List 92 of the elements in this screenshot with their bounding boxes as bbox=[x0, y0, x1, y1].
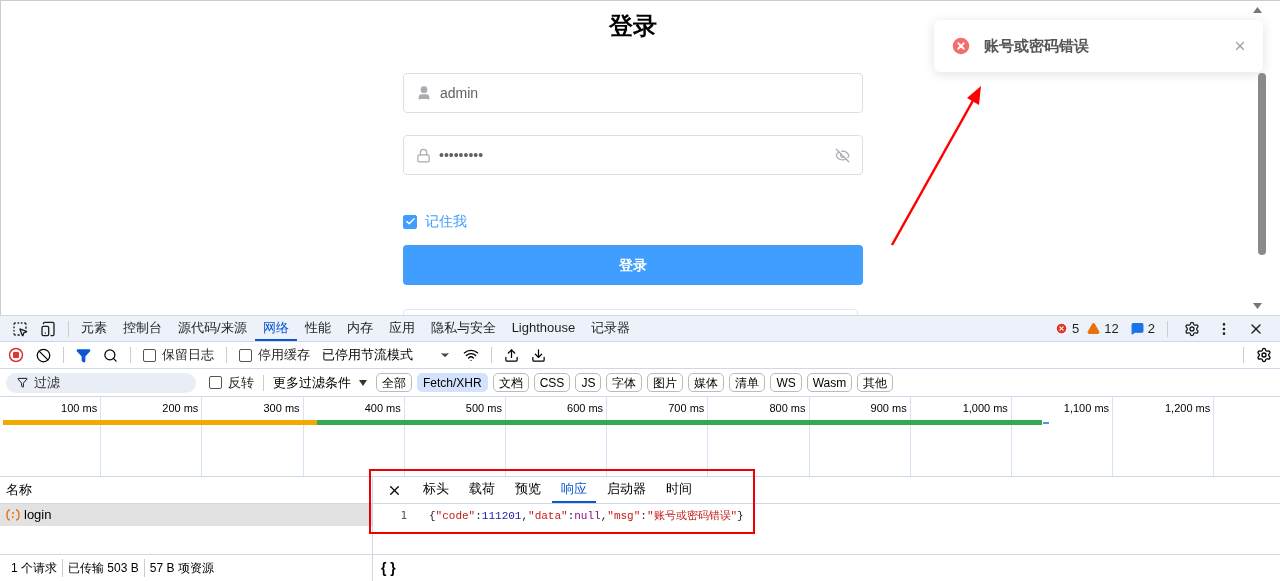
checkbox[interactable] bbox=[143, 348, 156, 362]
filter-icon[interactable] bbox=[76, 347, 91, 363]
time-tick: 1,200 ms bbox=[1165, 401, 1211, 414]
network-settings-icon[interactable] bbox=[1256, 347, 1272, 363]
status-text: 57 B 项资源 bbox=[143, 559, 219, 577]
detail-tab[interactable]: 载荷 bbox=[460, 477, 504, 503]
checkbox[interactable] bbox=[209, 376, 222, 389]
export-icon[interactable] bbox=[531, 347, 546, 363]
time-tick: 100 ms bbox=[61, 401, 98, 414]
scrollbar[interactable] bbox=[1258, 73, 1266, 255]
resource-type-filter[interactable]: 字体 bbox=[606, 373, 643, 392]
time-tick: 900 ms bbox=[870, 401, 907, 414]
resource-type-filter[interactable]: 媒体 bbox=[688, 373, 725, 392]
resource-type-filter[interactable]: JS bbox=[575, 373, 602, 392]
time-tick: 1,100 ms bbox=[1063, 401, 1110, 414]
devtools-tab[interactable]: 隐私与安全 bbox=[422, 316, 504, 341]
resource-type-filter[interactable]: Fetch/XHR bbox=[417, 373, 488, 392]
time-tick: 800 ms bbox=[769, 401, 806, 414]
toast-message: 账号或密码错误 bbox=[984, 35, 1090, 56]
clear-icon[interactable] bbox=[36, 347, 51, 363]
error-icon bbox=[950, 35, 972, 57]
remember-checkbox[interactable] bbox=[403, 214, 417, 229]
pretty-print-button[interactable]: { } bbox=[381, 557, 396, 579]
more-filters-dropdown[interactable]: 更多过滤条件 bbox=[273, 372, 367, 393]
timeline-overview[interactable]: 100 ms 200 ms 300 ms 400 ms 500 ms 600 ms 700 ms 800 ms 900 ms 1,000 ms 1,100 ms 1,200 ms bbox=[0, 397, 1280, 477]
time-tick: 700 ms bbox=[668, 401, 705, 414]
remember-label: 记住我 bbox=[425, 212, 467, 231]
resource-type-filter[interactable]: 文档 bbox=[492, 373, 529, 392]
devtools-tab[interactable]: 应用 bbox=[380, 316, 423, 341]
detail-tab[interactable]: 启动器 bbox=[598, 477, 655, 503]
filter-icon bbox=[17, 376, 28, 388]
message-count-icon bbox=[1130, 322, 1144, 335]
import-icon[interactable] bbox=[504, 347, 519, 363]
throttle-dropdown[interactable]: 已停用节流模式 bbox=[322, 345, 451, 365]
devtools-tab[interactable]: 内存 bbox=[338, 316, 381, 341]
password-value: ••••••••• bbox=[439, 145, 485, 165]
caret-icon bbox=[359, 379, 367, 386]
device-toolbar-icon[interactable] bbox=[40, 320, 56, 337]
devtools-tab[interactable]: 元素 bbox=[73, 316, 115, 341]
time-tick: 600 ms bbox=[567, 401, 604, 414]
detail-tab[interactable]: 标头 bbox=[414, 477, 458, 503]
checkbox-label: 保留日志 bbox=[162, 346, 214, 365]
resource-type-filter[interactable]: 全部 bbox=[376, 373, 412, 392]
request-row[interactable]: login bbox=[0, 504, 372, 526]
page-title: 登录 bbox=[608, 11, 658, 41]
warning-count-icon bbox=[1087, 322, 1101, 335]
stop-recording-icon[interactable] bbox=[8, 347, 24, 363]
xhr-icon bbox=[6, 509, 20, 521]
time-tick: 300 ms bbox=[263, 401, 300, 414]
username-field[interactable]: admin bbox=[403, 73, 863, 113]
devtools-tab[interactable]: 源代码/来源 bbox=[170, 316, 255, 341]
resource-type-filter[interactable]: 图片 bbox=[647, 373, 684, 392]
request-name: login bbox=[24, 506, 52, 525]
resource-type-filter[interactable]: 清单 bbox=[729, 373, 766, 392]
scroll-up-icon[interactable] bbox=[1253, 7, 1262, 13]
status-text: 1 个请求 bbox=[10, 560, 58, 577]
password-field[interactable]: ••••••••• bbox=[403, 135, 863, 175]
time-tick: 200 ms bbox=[162, 401, 199, 414]
search-icon[interactable] bbox=[103, 347, 118, 363]
devtools-tab[interactable]: 记录器 bbox=[583, 316, 639, 341]
time-tick: 400 ms bbox=[364, 401, 401, 414]
detail-tab[interactable]: 响应 bbox=[552, 477, 596, 503]
resource-type-filter[interactable]: WS bbox=[770, 373, 802, 392]
filter-field[interactable]: 过滤 bbox=[6, 372, 196, 393]
username-value: admin bbox=[440, 83, 479, 103]
resource-type-filter[interactable]: CSS bbox=[533, 373, 571, 392]
checkbox-label: 反转 bbox=[228, 373, 254, 392]
devtools-tab[interactable]: 性能 bbox=[296, 316, 339, 341]
status-text: 已传输 503 B bbox=[62, 559, 144, 577]
detail-tab[interactable]: 预览 bbox=[506, 477, 550, 503]
network-conditions-icon[interactable] bbox=[463, 347, 479, 363]
devtools-tab[interactable]: 网络 bbox=[254, 316, 297, 341]
resource-type-filter[interactable]: Wasm bbox=[806, 373, 853, 392]
checkbox[interactable] bbox=[239, 348, 252, 362]
error-count[interactable]: 5 bbox=[1072, 318, 1080, 339]
response-code-line: {"code":111201,"data":null,"msg":"账号或密码错误"} bbox=[429, 508, 744, 524]
error-count-icon bbox=[1055, 322, 1069, 335]
line-number: 1 bbox=[399, 507, 408, 524]
devtools-tab[interactable]: Lighthouse bbox=[503, 316, 584, 341]
time-tick: 1,000 ms bbox=[962, 401, 1008, 414]
detail-tab[interactable]: 时间 bbox=[657, 477, 701, 503]
devtools-tab[interactable]: 控制台 bbox=[115, 316, 170, 341]
resource-type-filter[interactable]: 其他 bbox=[857, 373, 894, 392]
warning-count[interactable]: 12 bbox=[1104, 318, 1119, 339]
checkbox-label: 停用缓存 bbox=[258, 346, 310, 365]
scroll-down-icon[interactable] bbox=[1253, 303, 1262, 309]
time-tick: 500 ms bbox=[465, 401, 502, 414]
lock-icon bbox=[416, 147, 431, 163]
settings-icon[interactable] bbox=[1184, 320, 1200, 337]
message-count[interactable]: 2 bbox=[1147, 318, 1155, 339]
user-icon bbox=[416, 85, 432, 101]
inspect-icon[interactable] bbox=[12, 320, 28, 337]
